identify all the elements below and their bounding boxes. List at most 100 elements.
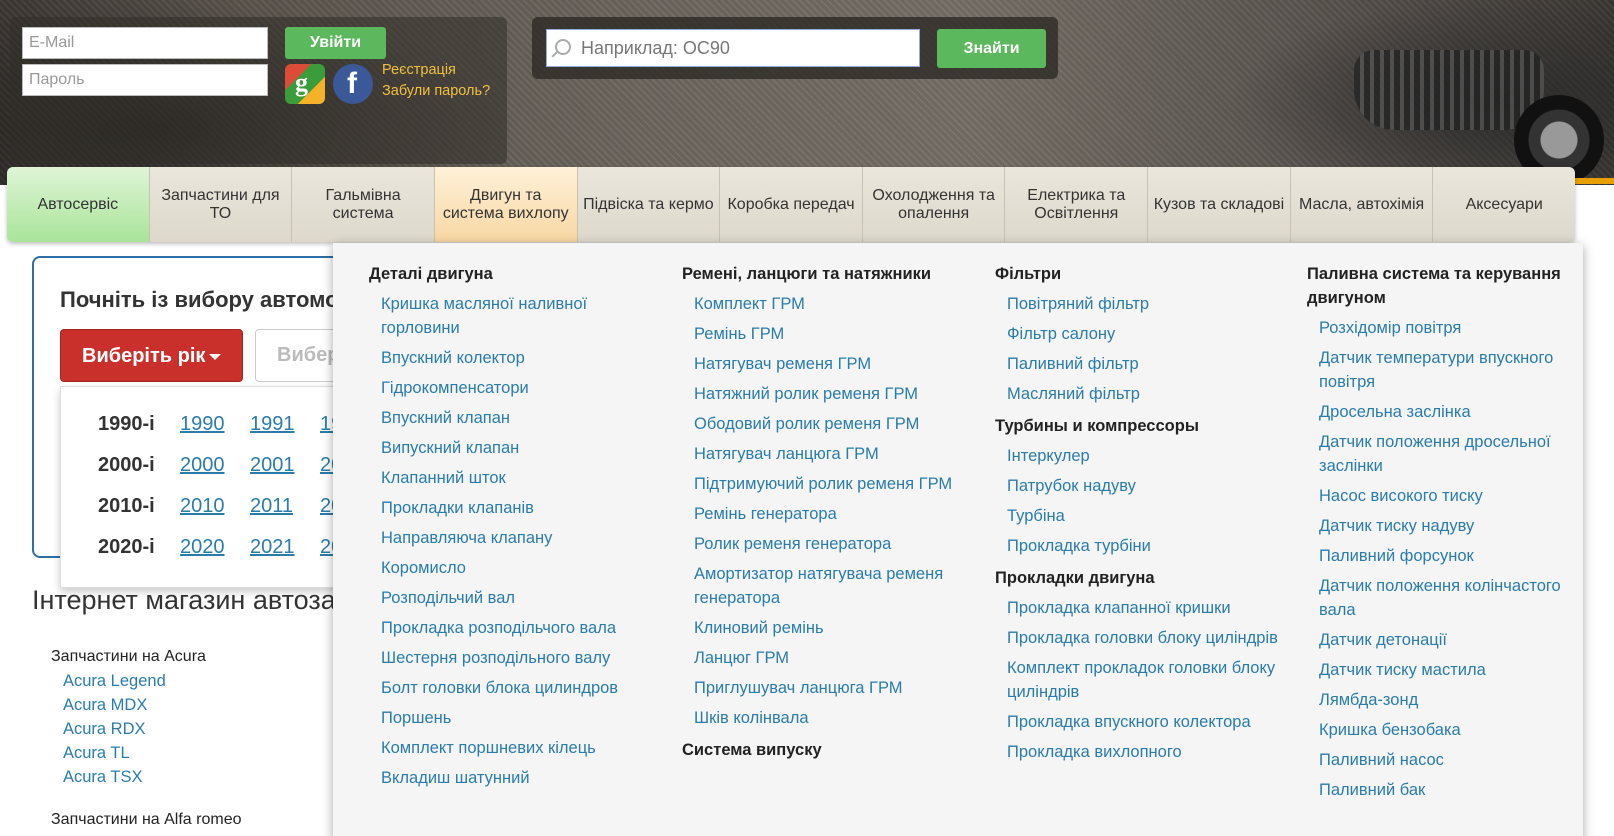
year-link[interactable]: 1990 [180,413,250,436]
model-link[interactable]: Acura Legend [63,672,166,691]
nav-engine-exhaust[interactable]: Двигун та система вихлопу [434,167,578,242]
menu-link[interactable]: Паливний насос [1319,748,1597,772]
menu-link[interactable]: Випускний клапан [381,436,659,460]
menu-link[interactable]: Ободовий ролик ременя ГРМ [694,412,972,436]
menu-link[interactable]: Амортизатор натягувача ременя генератора [694,562,972,610]
email-field[interactable]: E-Mail [22,27,268,59]
menu-link[interactable]: Шків колінвала [694,706,972,730]
model-link[interactable]: Acura MDX [63,696,147,715]
google-login-icon[interactable]: g [285,64,325,104]
menu-link[interactable]: Датчик температури впускного повітря [1319,346,1597,394]
menu-link[interactable]: Інтеркулер [1007,444,1285,468]
menu-link[interactable]: Паливний бак [1319,778,1597,802]
decade-label: 2020-і [98,536,155,558]
menu-link[interactable]: Прокладка клапанної кришки [1007,596,1285,620]
year-link[interactable]: 2010 [180,495,250,518]
menu-link[interactable]: Шестерня розподільного валу [381,646,659,670]
year-link[interactable]: 2020 [180,536,250,559]
menu-link[interactable]: Комплект поршневих кілець [381,736,659,760]
year-link[interactable]: 1991 [250,413,320,436]
menu-link[interactable]: Датчик тиску надуву [1319,514,1597,538]
menu-link[interactable]: Прокладка головки блоку циліндрів [1007,626,1285,650]
search-button[interactable]: Знайти [937,29,1046,68]
caret-down-icon [209,353,222,360]
menu-link[interactable]: Паливний фільтр [1007,352,1285,376]
menu-link[interactable]: Впускний клапан [381,406,659,430]
model-link[interactable]: Acura TSX [63,768,142,787]
menu-link[interactable]: Комплект прокладок головки блоку циліндр… [1007,656,1285,704]
menu-link[interactable]: Поршень [381,706,659,730]
menu-link[interactable]: Розподільчий вал [381,586,659,610]
menu-link[interactable]: Датчик тиску мастила [1319,658,1597,682]
menu-link[interactable]: Лямбда-зонд [1319,688,1597,712]
year-link[interactable]: 2001 [250,454,320,477]
menu-link[interactable]: Натягувач ланцюга ГРМ [694,442,972,466]
column-heading: Фільтри [995,265,1062,283]
menu-link[interactable]: Коромисло [381,556,659,580]
register-link[interactable]: Реєстрація [382,62,456,78]
menu-link[interactable]: Повітряний фільтр [1007,292,1285,316]
nav-transmission[interactable]: Коробка передач [720,167,863,242]
car-grille [1354,50,1544,130]
menu-link[interactable]: Розхідомір повітря [1319,316,1597,340]
year-link[interactable]: 2000 [180,454,250,477]
menu-link[interactable]: Прокладка розподільчого вала [381,616,659,640]
menu-link[interactable]: Клапанний шток [381,466,659,490]
password-field[interactable]: Пароль [22,64,268,96]
menu-link[interactable]: Впускний колектор [381,346,659,370]
menu-link[interactable]: Турбіна [1007,504,1285,528]
menu-link[interactable]: Ремінь генератора [694,502,972,526]
nav-cooling-heating[interactable]: Охолодження та опалення [862,167,1006,242]
nav-brakes[interactable]: Гальмівна система [292,167,435,242]
menu-link[interactable]: Болт головки блока цилиндров [381,676,659,700]
facebook-login-icon[interactable]: f [333,64,373,104]
menu-link[interactable]: Підтримуючий ролик ременя ГРМ [694,472,972,496]
select-year-label: Виберіть рік [82,345,206,367]
nav-suspension[interactable]: Підвіска та кермо [577,167,721,242]
menu-link[interactable]: Датчик положення колінчастого вала [1319,574,1597,622]
menu-link[interactable]: Патрубок надуву [1007,474,1285,498]
menu-link[interactable]: Натягувач ременя ГРМ [694,352,972,376]
menu-link[interactable]: Ремінь ГРМ [694,322,972,346]
menu-link[interactable]: Датчик положення дросельної заслінки [1319,430,1597,478]
menu-link[interactable]: Направляюча клапану [381,526,659,550]
select-make-button[interactable]: Виберіть марку [255,329,345,382]
year-link[interactable]: 2011 [250,495,320,518]
nav-autoservice[interactable]: Автосервіс [7,167,150,242]
forgot-password-link[interactable]: Забули пароль? [382,83,490,99]
menu-link[interactable]: Ланцюг ГРМ [694,646,972,670]
model-link[interactable]: Acura RDX [63,720,146,739]
menu-link[interactable]: Насос високого тиску [1319,484,1597,508]
search-input[interactable]: Наприклад: OC90 [546,29,920,67]
menu-column-filters: Фільтри Повітряний фільтр Фільтр салону … [995,262,1285,770]
menu-link[interactable]: Приглушувач ланцюга ГРМ [694,676,972,700]
menu-link[interactable]: Натяжний ролик ременя ГРМ [694,382,972,406]
menu-link[interactable]: Комплект ГРМ [694,292,972,316]
nav-body[interactable]: Кузов та складові [1148,167,1291,242]
menu-link[interactable]: Дросельна заслінка [1319,400,1597,424]
menu-link[interactable]: Прокладка турбіни [1007,534,1285,558]
menu-link[interactable]: Прокладка вихлопного [1007,740,1285,764]
menu-link[interactable]: Кришка масляної наливної горловини [381,292,659,340]
menu-link[interactable]: Клиновий ремінь [694,616,972,640]
category-nav: Автосервіс Запчастини для ТО Гальмівна с… [7,167,1575,242]
menu-link[interactable]: Прокладки клапанів [381,496,659,520]
login-button[interactable]: Увійти [285,27,386,59]
menu-link[interactable]: Фільтр салону [1007,322,1285,346]
nav-accessories[interactable]: Аксесуари [1433,167,1575,242]
menu-link[interactable]: Ролик ременя генератора [694,532,972,556]
select-year-button[interactable]: Виберіть рік [60,329,243,382]
nav-maintenance-parts[interactable]: Запчастини для ТО [149,167,293,242]
menu-link[interactable]: Масляний фільтр [1007,382,1285,406]
menu-link[interactable]: Кришка бензобака [1319,718,1597,742]
menu-link[interactable]: Датчик детонації [1319,628,1597,652]
model-link[interactable]: Acura TL [63,744,130,763]
nav-oils-chemicals[interactable]: Масла, автохімія [1290,167,1434,242]
menu-link[interactable]: Прокладка впускного колектора [1007,710,1285,734]
menu-link[interactable]: Паливний форсунок [1319,544,1597,568]
menu-column-belts-chains: Ремені, ланцюги та натяжники Комплект ГР… [682,262,972,768]
year-link[interactable]: 2021 [250,536,320,559]
nav-electrics-lighting[interactable]: Електрика та Освітлення [1005,167,1149,242]
menu-link[interactable]: Вкладиш шатунний [381,766,659,790]
menu-link[interactable]: Гідрокомпенсатори [381,376,659,400]
